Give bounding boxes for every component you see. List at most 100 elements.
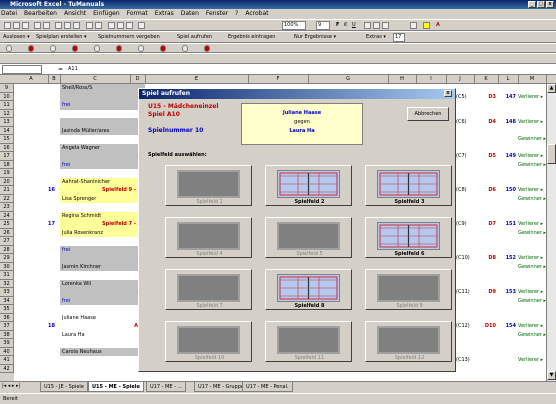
- paste-icon[interactable]: [73, 22, 80, 29]
- zoom-select[interactable]: 100%: [282, 21, 306, 30]
- menu-item-0[interactable]: Datei: [0, 10, 18, 17]
- row-header[interactable]: 30: [0, 262, 14, 271]
- row-header[interactable]: 33: [0, 288, 14, 297]
- row-header[interactable]: 31: [0, 271, 14, 280]
- menu-item-9[interactable]: Acrobat: [244, 10, 269, 17]
- column-header[interactable]: D: [130, 75, 146, 84]
- row-header[interactable]: 39: [0, 339, 14, 348]
- borders-icon[interactable]: [410, 22, 417, 29]
- row-header[interactable]: 37: [0, 322, 14, 331]
- undo-icon[interactable]: [86, 22, 93, 29]
- column-header[interactable]: F: [248, 75, 309, 84]
- marker-icon[interactable]: [182, 45, 188, 52]
- menu-item-1[interactable]: Bearbeiten: [23, 10, 58, 17]
- row-header[interactable]: 22: [0, 194, 14, 203]
- marker-icon[interactable]: [116, 45, 122, 52]
- row-header[interactable]: 32: [0, 279, 14, 288]
- menu-item-2[interactable]: Ansicht: [63, 10, 87, 17]
- row-header[interactable]: 19: [0, 169, 14, 178]
- sort-asc-icon[interactable]: [117, 22, 124, 29]
- row-header[interactable]: 21: [0, 186, 14, 195]
- row-header[interactable]: 15: [0, 135, 14, 144]
- font-size-select[interactable]: 9: [316, 21, 330, 30]
- column-header[interactable]: G: [308, 75, 389, 84]
- fill-color-icon[interactable]: [423, 22, 430, 29]
- sort-desc-icon[interactable]: [126, 22, 133, 29]
- open-icon[interactable]: [13, 22, 20, 29]
- new-icon[interactable]: [4, 22, 11, 29]
- cell-m[interactable]: [518, 365, 546, 374]
- row-header[interactable]: 36: [0, 313, 14, 322]
- row-header[interactable]: 25: [0, 220, 14, 229]
- name-box[interactable]: [2, 65, 42, 74]
- row-header[interactable]: 11: [0, 101, 14, 110]
- court-button[interactable]: Spielfeld 8: [265, 269, 352, 310]
- marker-icon[interactable]: [72, 45, 78, 52]
- cell-d[interactable]: [90, 365, 145, 374]
- court-button[interactable]: Spielfeld 12: [365, 321, 452, 362]
- toolbar-item-nur-ergebnisse[interactable]: Nur Ergebnisse ▾: [294, 33, 336, 42]
- row-header[interactable]: 17: [0, 152, 14, 161]
- column-header[interactable]: M: [518, 75, 547, 84]
- marker-icon[interactable]: [50, 45, 56, 52]
- marker-icon[interactable]: [94, 45, 100, 52]
- scroll-thumb[interactable]: [547, 144, 556, 164]
- toolbar-item-spielnummern[interactable]: Spielnummern vergeben: [98, 33, 160, 42]
- court-button[interactable]: Spielfeld 3: [365, 165, 452, 206]
- cut-icon[interactable]: [55, 22, 62, 29]
- align-left-icon[interactable]: [364, 22, 371, 29]
- toolbar-item-extras[interactable]: Extras ▾: [366, 33, 386, 42]
- scroll-down-icon[interactable]: ▼: [547, 371, 556, 380]
- marker-icon[interactable]: [138, 45, 144, 52]
- row-header[interactable]: 42: [0, 364, 14, 373]
- row-header[interactable]: 26: [0, 228, 14, 237]
- row-header[interactable]: 29: [0, 254, 14, 263]
- cell-k[interactable]: [476, 365, 496, 374]
- column-header[interactable]: C: [60, 75, 131, 84]
- row-header[interactable]: 12: [0, 109, 14, 118]
- vertical-scrollbar[interactable]: ▲ ▼: [546, 84, 556, 381]
- menu-item-7[interactable]: Fenster: [205, 10, 229, 17]
- chart-icon[interactable]: [138, 22, 145, 29]
- underline-button[interactable]: U: [352, 21, 356, 30]
- row-header[interactable]: 20: [0, 177, 14, 186]
- row-header[interactable]: 34: [0, 296, 14, 305]
- italic-button[interactable]: K: [344, 21, 347, 30]
- maximize-button[interactable]: □: [537, 1, 545, 8]
- column-header[interactable]: I: [416, 75, 447, 84]
- menu-item-3[interactable]: Einfügen: [92, 10, 120, 17]
- row-header[interactable]: 40: [0, 347, 14, 356]
- court-button[interactable]: Spielfeld 4: [165, 217, 252, 258]
- cell-l[interactable]: [498, 365, 516, 374]
- row-header[interactable]: 23: [0, 203, 14, 212]
- column-header[interactable]: K: [474, 75, 499, 84]
- close-button[interactable]: x: [546, 1, 554, 8]
- row-header[interactable]: 18: [0, 160, 14, 169]
- formula-content[interactable]: A11: [68, 65, 78, 74]
- tab-nav-icons[interactable]: |◂ ◂ ▸ ▸|: [2, 383, 20, 389]
- court-button[interactable]: Spielfeld 1: [165, 165, 252, 206]
- row-header[interactable]: 28: [0, 245, 14, 254]
- row-header[interactable]: 41: [0, 356, 14, 365]
- marker-icon[interactable]: [28, 45, 34, 52]
- sheet-tab[interactable]: U15 - ME - Spiele: [88, 382, 144, 392]
- court-button[interactable]: Spielfeld 2: [265, 165, 352, 206]
- column-header[interactable]: L: [498, 75, 519, 84]
- column-header[interactable]: E: [145, 75, 249, 84]
- extras-value[interactable]: 17: [393, 33, 405, 42]
- column-header[interactable]: J: [446, 75, 475, 84]
- redo-icon[interactable]: [95, 22, 102, 29]
- marker-icon[interactable]: [6, 45, 12, 52]
- marker-icon[interactable]: [160, 45, 166, 52]
- toolbar-item-spiel-aufrufen[interactable]: Spiel aufrufen: [177, 33, 212, 42]
- row-header[interactable]: 24: [0, 211, 14, 220]
- court-button[interactable]: Spielfeld 5: [265, 217, 352, 258]
- align-right-icon[interactable]: [382, 22, 389, 29]
- row-header[interactable]: 35: [0, 305, 14, 314]
- save-icon[interactable]: [22, 22, 29, 29]
- dialog-close-button[interactable]: x: [444, 90, 452, 97]
- minimize-button[interactable]: _: [528, 1, 536, 8]
- toolbar-item-auslosen[interactable]: Auslosen ▾: [3, 33, 30, 42]
- menu-item-5[interactable]: Extras: [154, 10, 175, 17]
- menu-item-4[interactable]: Format: [126, 10, 149, 17]
